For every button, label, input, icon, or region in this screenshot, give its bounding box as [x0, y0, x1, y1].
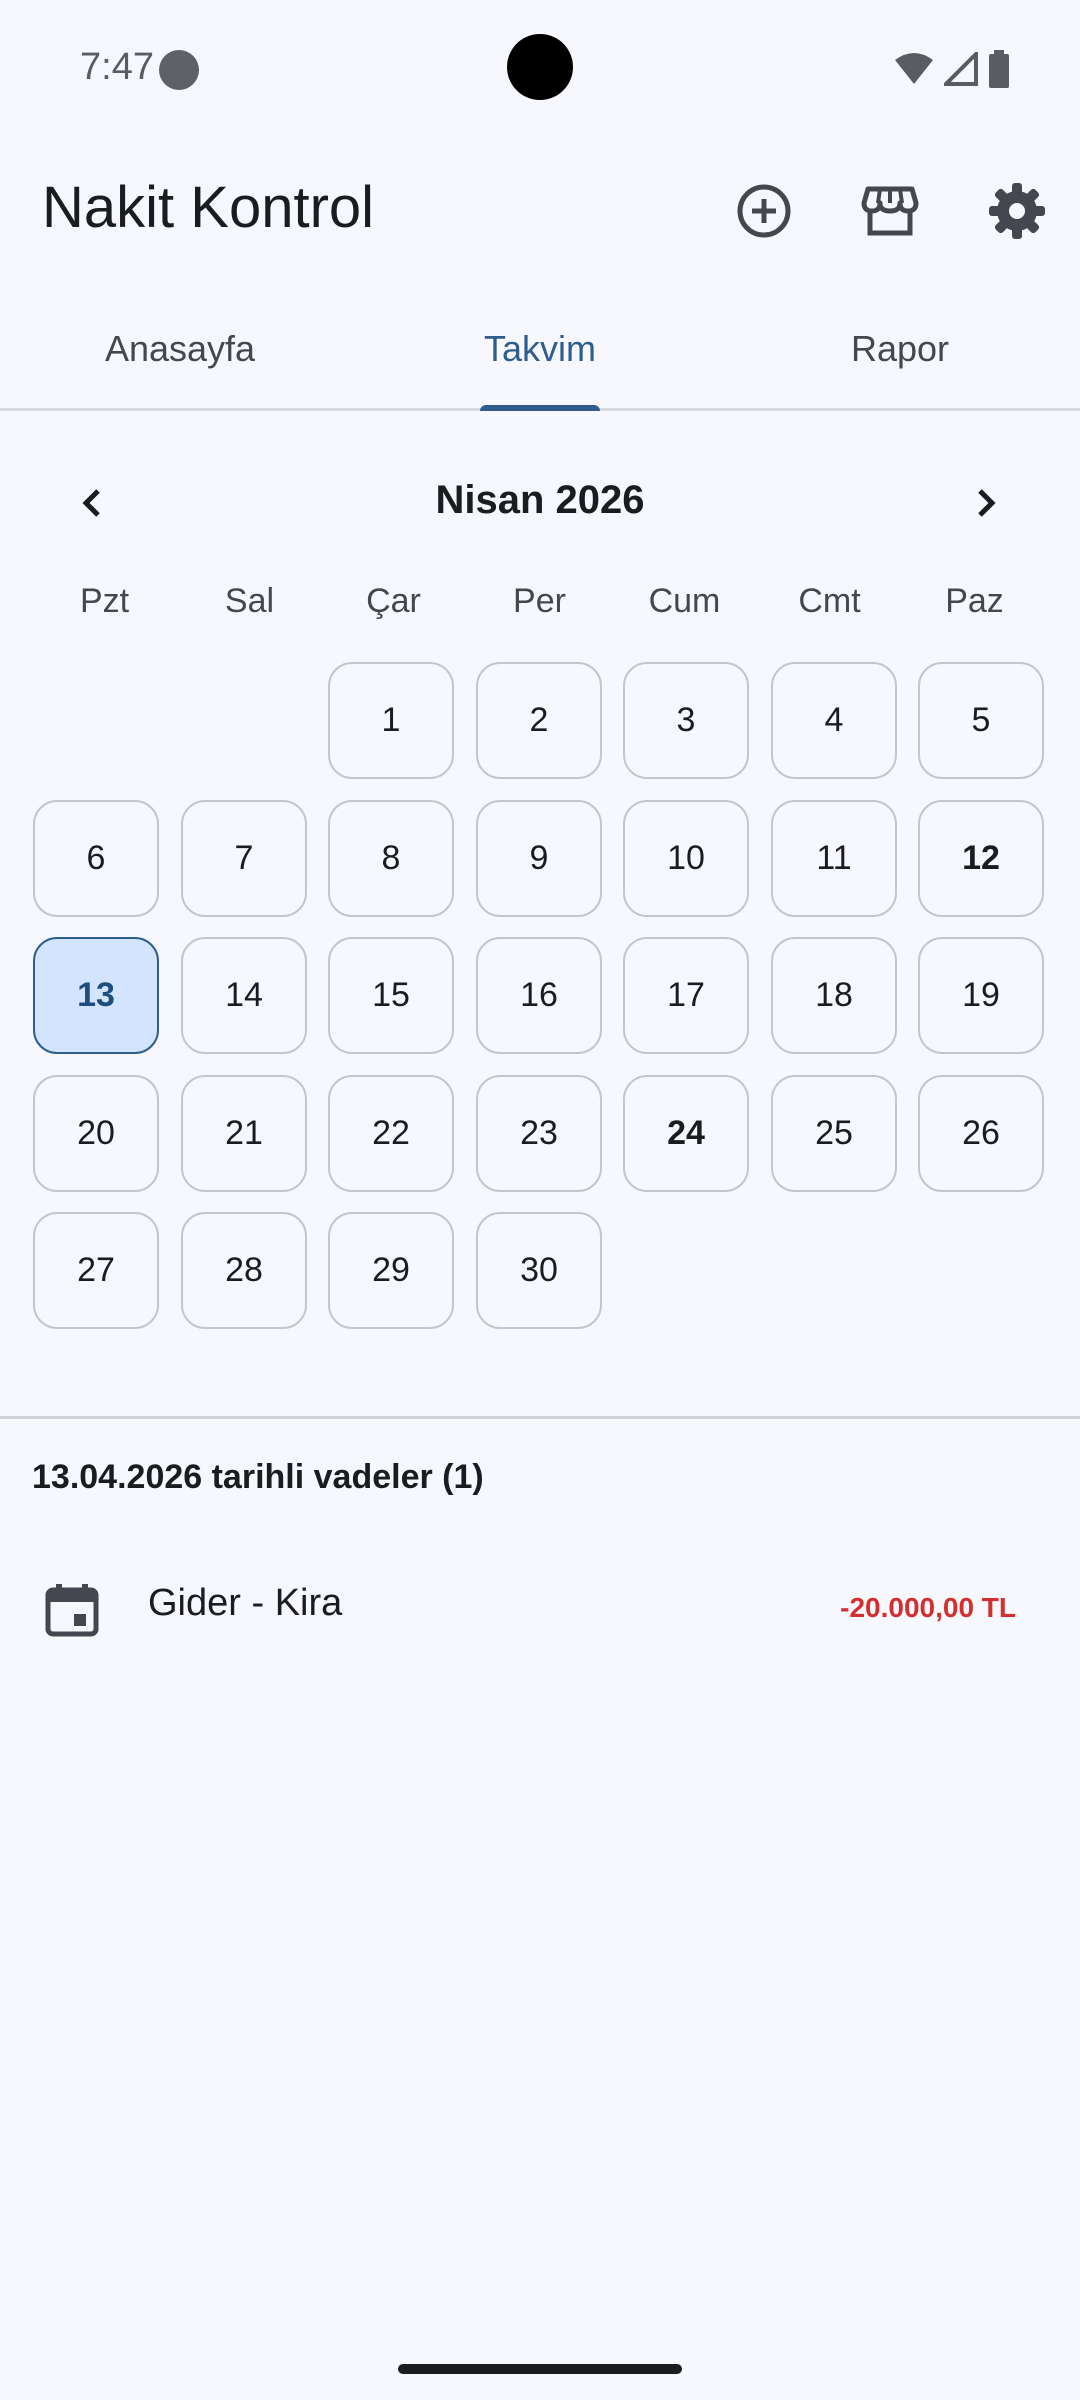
tab-takvim[interactable]: Takvim [360, 290, 720, 408]
camera-cutout [507, 34, 573, 100]
wifi-icon [895, 53, 933, 84]
tab-anasayfa[interactable]: Anasayfa [0, 290, 360, 408]
calendar-day-21[interactable]: 21 [181, 1075, 307, 1192]
calendar-day-6[interactable]: 6 [33, 800, 159, 917]
divider [0, 1416, 1080, 1419]
add-button[interactable] [731, 178, 797, 244]
weekday-label: Çar [366, 582, 421, 620]
calendar-day-24[interactable]: 24 [623, 1075, 749, 1192]
signal-icon [944, 52, 978, 86]
calendar-day-8[interactable]: 8 [328, 800, 454, 917]
due-list-title: 13.04.2026 tarihli vadeler (1) [32, 1458, 484, 1496]
notification-dot-icon [159, 50, 199, 90]
weekday-header: Pzt Sal Çar Per Cum Cmt Paz [0, 582, 1080, 632]
calendar-day-4[interactable]: 4 [771, 662, 897, 779]
weekday-label: Cmt [798, 582, 861, 620]
calendar-day-29[interactable]: 29 [328, 1212, 454, 1329]
month-header: Nisan 2026 [0, 460, 1080, 544]
calendar-day-25[interactable]: 25 [771, 1075, 897, 1192]
chevron-right-icon [978, 489, 996, 517]
calendar-day-15[interactable]: 15 [328, 937, 454, 1054]
status-time: 7:47 [80, 46, 154, 88]
status-icons [894, 50, 1010, 88]
calendar-day-2[interactable]: 2 [476, 662, 602, 779]
calendar-icon [45, 1584, 99, 1637]
calendar-day-30[interactable]: 30 [476, 1212, 602, 1329]
calendar-day-11[interactable]: 11 [771, 800, 897, 917]
status-bar: 7:47 [0, 0, 1080, 135]
screen: 7:47 Nakit Kontrol Anasayfa Takvim Rapor… [0, 0, 1080, 2400]
battery-icon [989, 50, 1009, 88]
settings-button[interactable] [984, 178, 1050, 244]
store-icon [861, 186, 919, 236]
weekday-label: Paz [945, 582, 1004, 620]
calendar-day-18[interactable]: 18 [771, 937, 897, 1054]
due-list-item[interactable]: Gider - Kira -20.000,00 TL [0, 1560, 1080, 1655]
calendar-day-3[interactable]: 3 [623, 662, 749, 779]
calendar-day-28[interactable]: 28 [181, 1212, 307, 1329]
weekday-label: Pzt [79, 582, 130, 620]
calendar-day-22[interactable]: 22 [328, 1075, 454, 1192]
due-item-label: Gider - Kira [148, 1582, 343, 1624]
calendar-day-19[interactable]: 19 [918, 937, 1044, 1054]
calendar-day-27[interactable]: 27 [33, 1212, 159, 1329]
calendar-day-9[interactable]: 9 [476, 800, 602, 917]
tab-indicator [480, 405, 600, 411]
due-item-amount: -20.000,00 TL [840, 1592, 1016, 1623]
weekday-label: Sal [224, 582, 275, 620]
calendar-day-20[interactable]: 20 [33, 1075, 159, 1192]
calendar-day-17[interactable]: 17 [623, 937, 749, 1054]
tab-rapor[interactable]: Rapor [720, 290, 1080, 408]
calendar-day-14[interactable]: 14 [181, 937, 307, 1054]
settings-icon [989, 183, 1045, 239]
home-indicator[interactable] [398, 2364, 682, 2374]
app-bar: Nakit Kontrol [0, 150, 1080, 265]
calendar-day-5[interactable]: 5 [918, 662, 1044, 779]
store-button[interactable] [857, 178, 923, 244]
calendar-day-1[interactable]: 1 [328, 662, 454, 779]
calendar-day-26[interactable]: 26 [918, 1075, 1044, 1192]
add-circle-icon [737, 184, 791, 238]
calendar-day-13[interactable]: 13 [33, 937, 159, 1054]
calendar-day-23[interactable]: 23 [476, 1075, 602, 1192]
month-title: Nisan 2026 [435, 478, 645, 522]
next-month-button[interactable] [952, 470, 1018, 536]
calendar-day-10[interactable]: 10 [623, 800, 749, 917]
weekday-label: Per [513, 582, 566, 620]
app-title: Nakit Kontrol [42, 175, 375, 240]
calendar-day-7[interactable]: 7 [181, 800, 307, 917]
tab-bar: Anasayfa Takvim Rapor [0, 290, 1080, 411]
weekday-label: Cum [648, 582, 721, 620]
calendar-day-16[interactable]: 16 [476, 937, 602, 1054]
calendar-day-12[interactable]: 12 [918, 800, 1044, 917]
